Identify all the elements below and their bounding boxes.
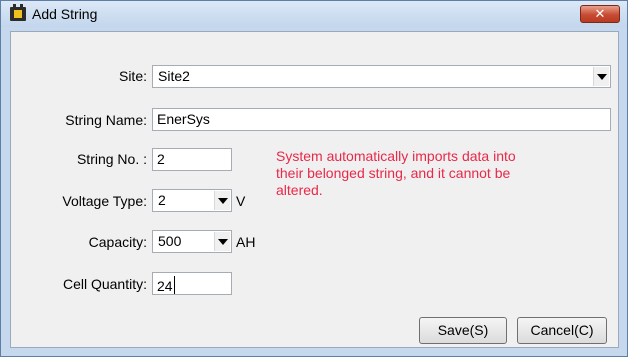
cell-quantity-value: 24 bbox=[157, 278, 173, 294]
text-caret bbox=[173, 276, 175, 294]
site-dropdown-arrow-icon[interactable] bbox=[593, 67, 609, 86]
capacity-label: Capacity: bbox=[88, 234, 147, 250]
voltage-type-select[interactable]: 2 bbox=[152, 189, 232, 212]
voltage-dropdown-arrow-icon[interactable] bbox=[214, 191, 230, 210]
capacity-select[interactable]: 500 bbox=[152, 230, 232, 253]
site-select-value: Site2 bbox=[158, 68, 190, 84]
site-select[interactable]: Site2 bbox=[152, 65, 611, 88]
string-name-input[interactable]: EnerSys bbox=[152, 108, 611, 131]
capacity-unit: AH bbox=[236, 234, 256, 250]
string-no-input[interactable]: 2 bbox=[152, 148, 232, 171]
voltage-unit: V bbox=[236, 193, 246, 209]
capacity-dropdown-arrow-icon[interactable] bbox=[214, 232, 230, 251]
title-bar[interactable]: Add String ✕ bbox=[1, 1, 627, 27]
battery-app-icon bbox=[10, 4, 26, 21]
cell-quantity-input[interactable]: 24 bbox=[152, 272, 232, 295]
cancel-button[interactable]: Cancel(C) bbox=[517, 317, 607, 344]
add-string-dialog: Add String ✕ Site: Site2 String Name: En… bbox=[0, 0, 628, 357]
site-label: Site: bbox=[118, 68, 147, 84]
string-name-label: String Name: bbox=[65, 112, 147, 128]
auto-import-note: System automatically imports data into t… bbox=[276, 148, 516, 198]
voltage-type-label: Voltage Type: bbox=[62, 193, 147, 209]
close-button[interactable]: ✕ bbox=[580, 5, 620, 23]
window-title: Add String bbox=[32, 6, 98, 22]
string-no-label: String No. : bbox=[76, 151, 147, 167]
cell-quantity-label: Cell Quantity: bbox=[62, 276, 147, 292]
voltage-type-value: 2 bbox=[158, 192, 166, 208]
capacity-value: 500 bbox=[158, 233, 182, 249]
dialog-body: Site: Site2 String Name: EnerSys String … bbox=[10, 31, 619, 348]
save-button[interactable]: Save(S) bbox=[419, 317, 507, 344]
